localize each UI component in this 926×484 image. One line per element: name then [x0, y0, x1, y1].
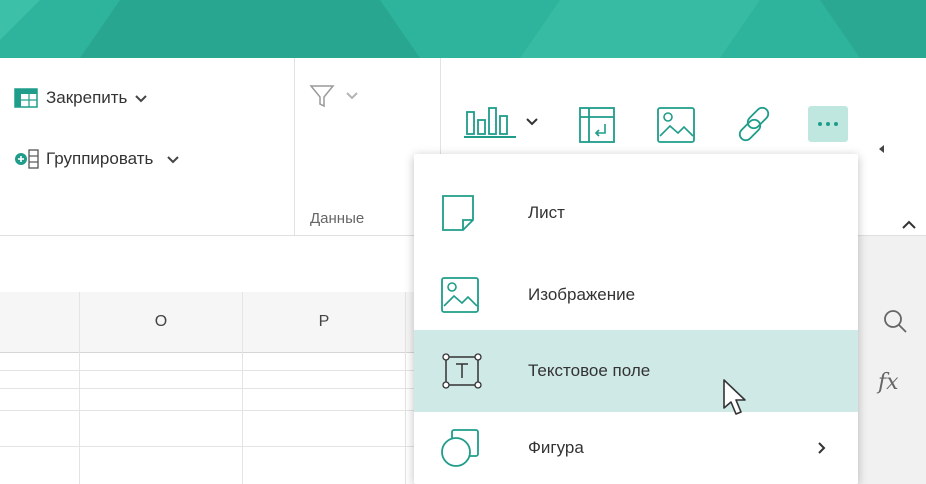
link-icon[interactable]	[734, 102, 778, 146]
insert-more-menu: Лист Изображение Текстовое поле Фигура	[414, 154, 858, 484]
menu-item-image[interactable]: Изображение	[414, 254, 858, 336]
collapse-ribbon-icon[interactable]	[902, 220, 916, 230]
header-band	[0, 0, 926, 58]
freeze-panes-button[interactable]: Закрепить	[14, 88, 148, 108]
header-decoration	[0, 0, 926, 58]
data-group-label: Данные	[310, 210, 365, 227]
menu-item-sheet[interactable]: Лист	[414, 172, 858, 254]
group-button[interactable]: Группировать	[14, 148, 180, 170]
image-icon[interactable]	[656, 106, 696, 144]
more-icon	[818, 122, 838, 126]
chevron-down-icon	[135, 90, 148, 106]
formula-icon[interactable]: fx	[878, 370, 899, 395]
menu-item-label: Текстовое поле	[528, 361, 651, 380]
group-icon	[15, 149, 39, 169]
filter-icon	[309, 85, 335, 108]
search-icon[interactable]	[882, 308, 908, 334]
chevron-down-icon	[167, 151, 180, 167]
filter-button[interactable]	[308, 82, 358, 110]
menu-item-text-box[interactable]: Текстовое поле	[414, 330, 858, 412]
chevron-down-icon	[346, 92, 358, 100]
image-icon	[441, 277, 479, 313]
side-panel: fx	[858, 236, 926, 484]
scroll-left-icon[interactable]	[878, 144, 886, 154]
chevron-down-icon	[526, 118, 538, 126]
shape-icon	[441, 429, 479, 467]
more-button[interactable]	[808, 106, 848, 142]
chevron-right-icon	[818, 442, 826, 454]
menu-item-shape[interactable]: Фигура	[414, 412, 858, 484]
sheet-icon	[442, 195, 474, 231]
menu-item-label: Изображение	[528, 285, 636, 304]
chart-button[interactable]	[462, 104, 538, 140]
ribbon-separator	[294, 58, 295, 236]
mouse-cursor-icon	[723, 379, 746, 415]
text-box-icon	[442, 353, 482, 389]
menu-item-label: Лист	[528, 203, 565, 222]
menu-item-label: Фигура	[528, 438, 584, 457]
column-header-p[interactable]: P	[243, 292, 405, 352]
pivot-table-icon[interactable]	[578, 106, 616, 144]
freeze-panes-label: Закрепить	[46, 88, 128, 107]
group-label: Группировать	[46, 149, 154, 168]
chart-icon	[464, 107, 516, 138]
column-header-o[interactable]: O	[80, 292, 242, 352]
freeze-panes-icon	[14, 88, 38, 108]
